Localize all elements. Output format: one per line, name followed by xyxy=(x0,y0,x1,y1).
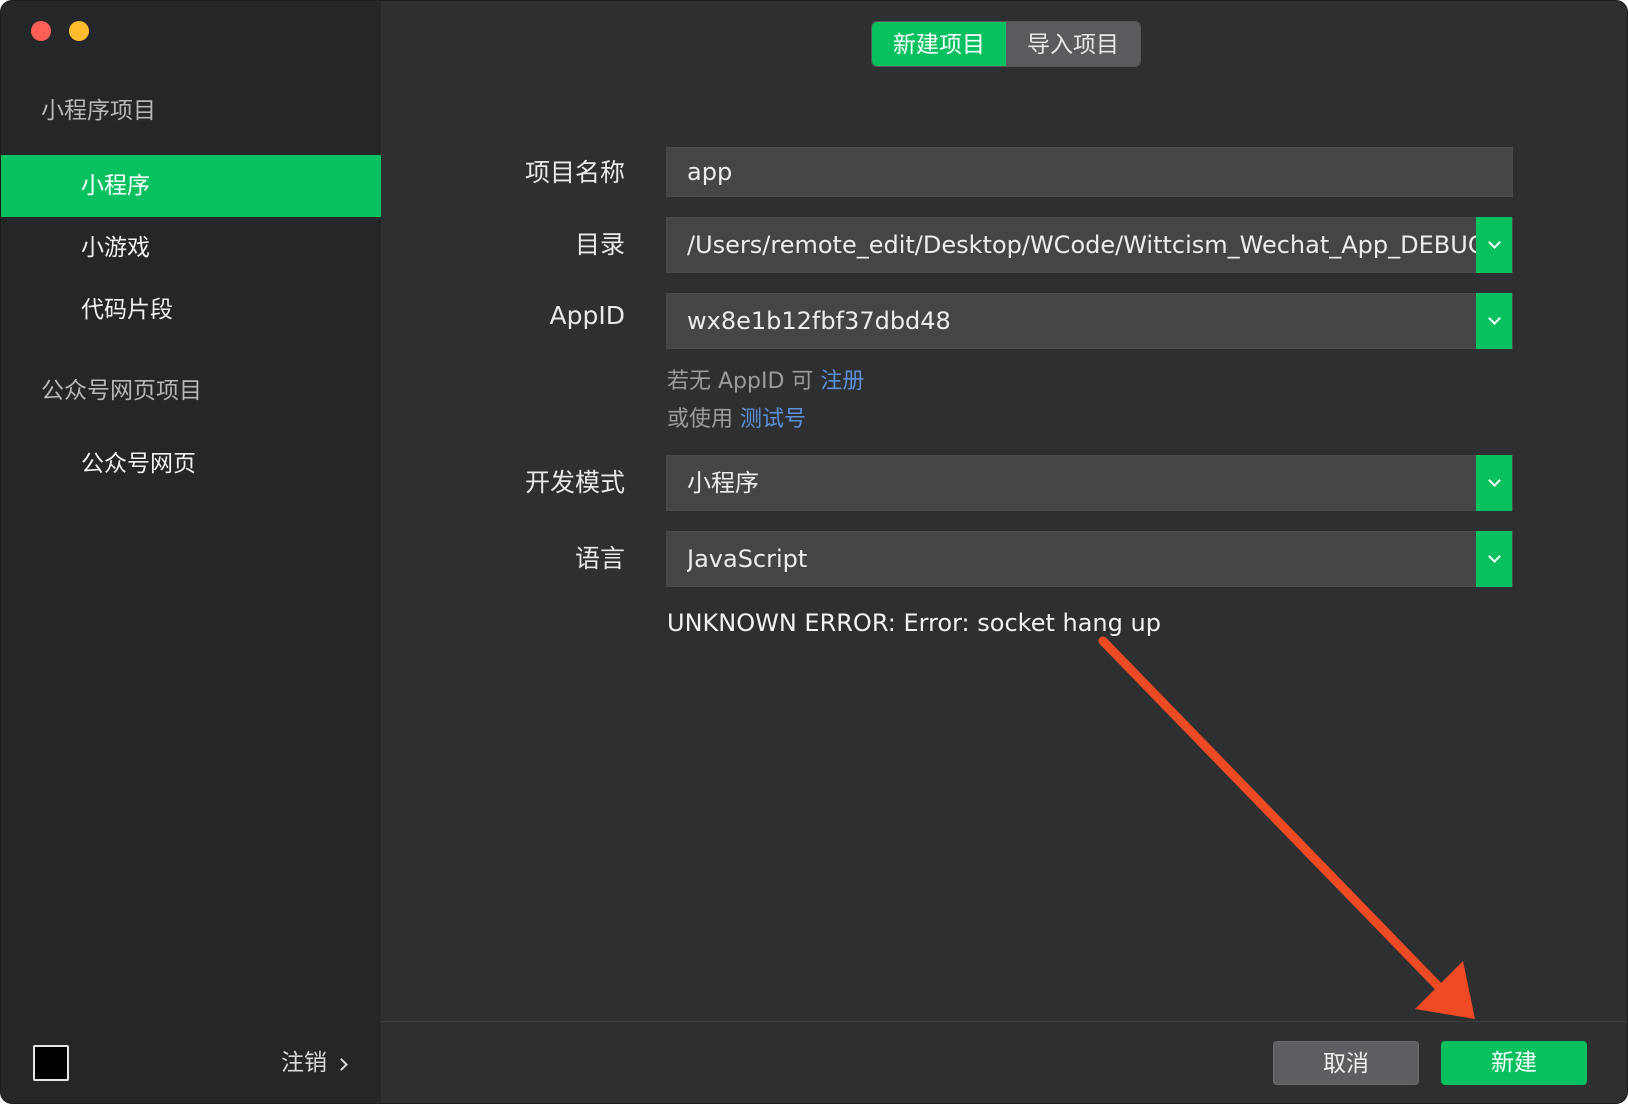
new-project-window: 小程序项目 小程序 小游戏 代码片段 公众号网页项目 公众号网页 注销 新建项目… xyxy=(0,0,1628,1104)
tab-import-project[interactable]: 导入项目 xyxy=(1006,22,1140,66)
hint-text: 或使用 xyxy=(667,407,740,432)
dev-mode-dropdown-button[interactable] xyxy=(1476,455,1512,511)
appid-hint-register: 若无 AppID 可 注册 xyxy=(667,363,864,395)
avatar[interactable] xyxy=(33,1045,69,1081)
error-message: UNKNOWN ERROR: Error: socket hang up xyxy=(667,609,1161,637)
appid-input[interactable]: wx8e1b12fbf37dbd48 xyxy=(666,293,1513,349)
close-window-button[interactable] xyxy=(31,21,51,41)
directory-input[interactable]: /Users/remote_edit/Desktop/WCode/Wittcis… xyxy=(666,217,1513,273)
dev-mode-value: 小程序 xyxy=(687,469,759,497)
chevron-down-icon xyxy=(1487,474,1501,487)
directory-dropdown-button[interactable] xyxy=(1476,217,1512,273)
appid-label: AppID xyxy=(549,301,625,330)
footer-divider xyxy=(381,1021,1627,1022)
cancel-button[interactable]: 取消 xyxy=(1273,1041,1419,1085)
section-title-official-account: 公众号网页项目 xyxy=(41,378,202,404)
appid-dropdown-button[interactable] xyxy=(1476,293,1512,349)
minimize-window-button[interactable] xyxy=(69,21,89,41)
create-button[interactable]: 新建 xyxy=(1441,1041,1587,1085)
chevron-down-icon xyxy=(1487,312,1501,325)
window-controls xyxy=(31,21,89,41)
appid-value: wx8e1b12fbf37dbd48 xyxy=(687,307,951,335)
sidebar: 小程序项目 小程序 小游戏 代码片段 公众号网页项目 公众号网页 注销 xyxy=(1,1,381,1103)
language-label: 语言 xyxy=(574,544,625,573)
logout-button[interactable]: 注销 xyxy=(281,1045,348,1081)
project-name-label: 项目名称 xyxy=(524,158,625,187)
register-link[interactable]: 注册 xyxy=(820,369,864,394)
chevron-down-icon xyxy=(1487,550,1501,563)
sidebar-item-miniprogram[interactable]: 小程序 xyxy=(1,155,381,217)
chevron-right-icon xyxy=(335,1057,348,1071)
appid-hint-test-account: 或使用 测试号 xyxy=(667,401,806,433)
language-dropdown-button[interactable] xyxy=(1476,531,1512,587)
project-name-input[interactable]: app xyxy=(666,147,1513,197)
dev-mode-select[interactable]: 小程序 xyxy=(666,455,1513,511)
tab-new-project[interactable]: 新建项目 xyxy=(872,22,1006,66)
sidebar-item-minigame[interactable]: 小游戏 xyxy=(1,217,381,279)
sidebar-item-code-snippet[interactable]: 代码片段 xyxy=(1,279,381,341)
dev-mode-label: 开发模式 xyxy=(524,468,625,497)
test-account-link[interactable]: 测试号 xyxy=(740,407,806,432)
section-title-miniprogram: 小程序项目 xyxy=(41,98,156,124)
language-value: JavaScript xyxy=(687,545,808,573)
directory-label: 目录 xyxy=(574,230,625,259)
project-type-tabs: 新建项目 导入项目 xyxy=(871,21,1141,67)
sidebar-item-official-webpage[interactable]: 公众号网页 xyxy=(1,433,381,495)
logout-label: 注销 xyxy=(281,1050,327,1076)
directory-value: /Users/remote_edit/Desktop/WCode/Wittcis… xyxy=(687,231,1477,259)
hint-text: 若无 AppID 可 xyxy=(667,369,821,394)
chevron-down-icon xyxy=(1487,236,1501,249)
project-name-value: app xyxy=(687,158,733,186)
language-select[interactable]: JavaScript xyxy=(666,531,1513,587)
